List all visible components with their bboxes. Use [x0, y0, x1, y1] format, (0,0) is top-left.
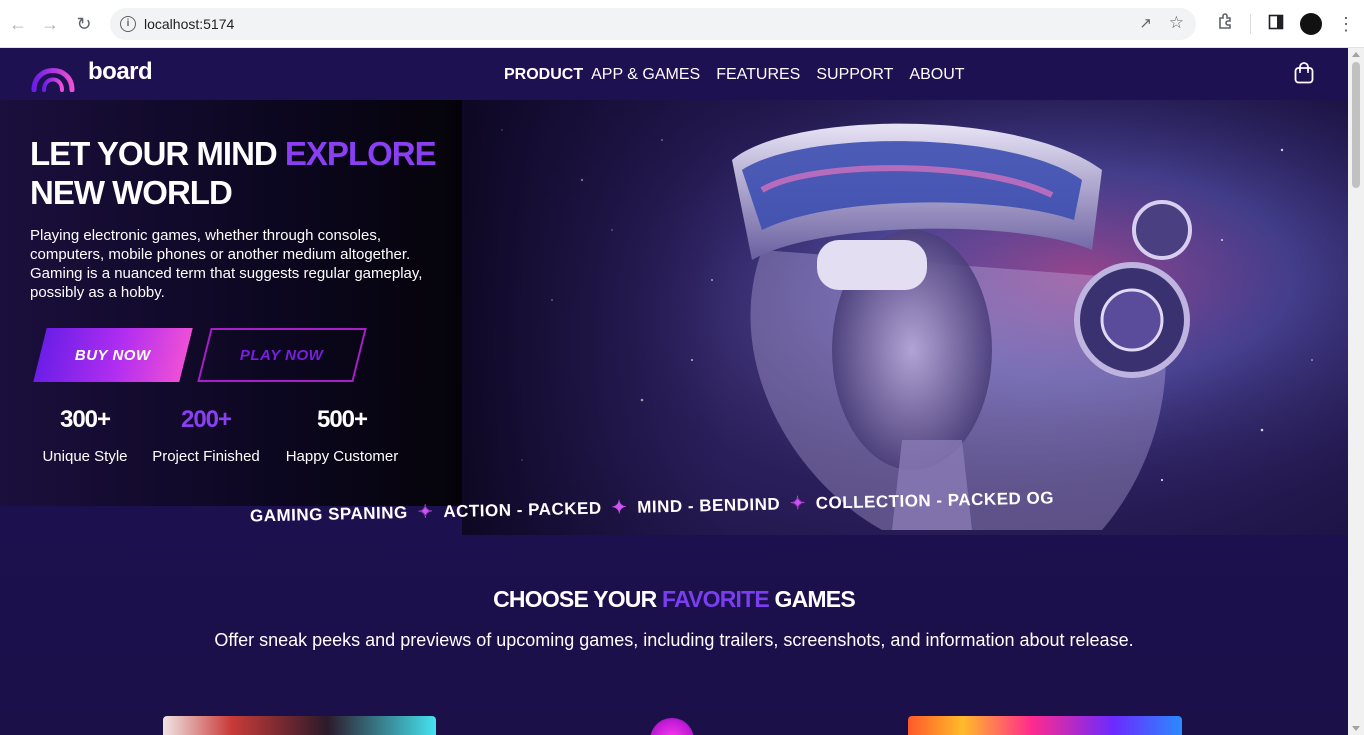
marquee-item: ACTION - PACKED — [443, 498, 602, 521]
nav-support[interactable]: SUPPORT — [816, 66, 893, 84]
more-menu-icon[interactable]: ⋮ — [1334, 12, 1358, 36]
hero-description: Playing electronic games, whether throug… — [30, 227, 423, 301]
nav-features[interactable]: FEATURES — [716, 66, 800, 84]
address-bar[interactable]: i localhost:5174 ↗ ☆ — [110, 8, 1196, 40]
play-now-label: PLAY NOW — [240, 346, 324, 364]
hero-vr-image — [462, 100, 1348, 535]
site-header: board PRODUCT APP & GAMES FEATURES SUPPO… — [0, 48, 1348, 100]
sparkle-icon: ✦ — [611, 496, 628, 518]
back-arrow-icon[interactable]: ← — [6, 12, 30, 36]
game-card-image[interactable] — [650, 718, 694, 735]
site-info-icon[interactable]: i — [120, 16, 136, 32]
buy-now-button[interactable]: BUY NOW — [33, 328, 193, 382]
play-now-button[interactable]: PLAY NOW — [197, 328, 367, 382]
scroll-down-arrow-icon[interactable] — [1352, 726, 1360, 731]
marquee-item: COLLECTION - PACKED OG — [815, 487, 1055, 513]
stat-label: Unique Style — [42, 448, 128, 465]
hero-text-panel: LET YOUR MIND EXPLORE NEW WORLD Playing … — [0, 100, 462, 506]
stat-happy-customer: 500+ Happy Customer — [282, 406, 402, 465]
page: board PRODUCT APP & GAMES FEATURES SUPPO… — [0, 48, 1348, 735]
share-icon[interactable]: ↗ — [1139, 14, 1152, 32]
sparkle-icon: ✦ — [417, 501, 434, 522]
game-card-image[interactable] — [908, 716, 1182, 735]
hero-title: LET YOUR MIND EXPLORE NEW WORLD — [30, 134, 437, 212]
sparkle-icon: ✦ — [789, 492, 806, 514]
marquee-item: GAMING SPANING — [249, 502, 408, 526]
main-nav: PRODUCT APP & GAMES FEATURES SUPPORT ABO… — [504, 66, 981, 84]
section-title-part1: CHOOSE YOUR — [493, 586, 663, 612]
stat-value: 500+ — [316, 406, 368, 433]
section-title-accent: FAVORITE — [662, 586, 770, 612]
extensions-icon[interactable] — [1214, 12, 1238, 36]
stat-project-finished: 200+ Project Finished — [148, 406, 264, 465]
stat-value: 200+ — [180, 406, 232, 433]
hero-section: LET YOUR MIND EXPLORE NEW WORLD Playing … — [0, 100, 1348, 535]
stat-label: Project Finished — [152, 448, 260, 465]
stat-label: Happy Customer — [285, 448, 399, 465]
forward-arrow-icon[interactable]: → — [38, 12, 62, 36]
toolbar-divider — [1250, 14, 1251, 34]
stat-unique-style: 300+ Unique Style — [40, 406, 130, 465]
brand-name[interactable]: board — [88, 58, 153, 86]
stat-value: 300+ — [59, 406, 111, 433]
nav-app-games[interactable]: APP & GAMES — [591, 66, 700, 84]
hero-title-part2: NEW WORLD — [30, 174, 233, 211]
hero-title-accent: EXPLORE — [284, 135, 437, 172]
games-section-title: CHOOSE YOUR FAVORITE GAMES — [0, 586, 1348, 613]
logo-icon[interactable] — [30, 56, 76, 92]
hero-title-part1: LET YOUR MIND — [30, 135, 285, 172]
browser-toolbar: ← → ↻ i localhost:5174 ↗ ☆ ⋮ — [0, 0, 1364, 48]
shopping-bag-icon[interactable] — [1294, 62, 1314, 84]
nav-about[interactable]: ABOUT — [909, 66, 964, 84]
bookmark-star-icon[interactable]: ☆ — [1169, 13, 1184, 33]
buy-now-label: BUY NOW — [75, 346, 151, 364]
profile-avatar[interactable] — [1300, 13, 1322, 35]
page-scrollbar[interactable] — [1348, 48, 1364, 735]
games-section-subtitle: Offer sneak peeks and previews of upcomi… — [214, 630, 1134, 650]
marquee-item: MIND - BENDIND — [636, 494, 781, 517]
scroll-up-arrow-icon[interactable] — [1352, 52, 1360, 57]
address-bar-url[interactable]: localhost:5174 — [144, 16, 234, 32]
game-card-image[interactable] — [163, 716, 436, 735]
scrollbar-thumb[interactable] — [1352, 62, 1360, 188]
marquee-banner: GAMING SPANING ✦ ACTION - PACKED ✦ MIND … — [230, 488, 1348, 548]
section-title-part2: GAMES — [768, 586, 856, 612]
reload-icon[interactable]: ↻ — [72, 12, 96, 36]
side-panel-icon[interactable] — [1264, 12, 1288, 36]
nav-product[interactable]: PRODUCT — [504, 66, 583, 84]
